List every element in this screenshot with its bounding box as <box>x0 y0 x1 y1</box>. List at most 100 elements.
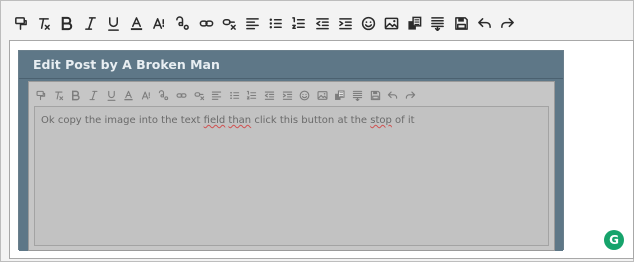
clear-formatting-button[interactable] <box>32 11 55 35</box>
screenshot-insert-image-icon <box>314 87 332 103</box>
bullet-list-icon <box>269 18 283 28</box>
numbered-list-icon <box>292 16 306 29</box>
misspelled-word: than <box>228 115 252 126</box>
emoji-icon <box>361 16 376 30</box>
bold-icon <box>62 16 73 30</box>
decrease-indent-icon <box>264 91 275 100</box>
clear-formatting-icon <box>55 91 64 100</box>
save-icon <box>370 90 380 100</box>
misspelled-word: stop <box>370 115 392 126</box>
copy-format-button[interactable] <box>403 11 426 35</box>
screenshot-save-icon <box>366 87 384 103</box>
screenshot-bullet-list-icon <box>226 87 244 103</box>
screenshot-redo-icon <box>401 87 419 103</box>
italic-button[interactable] <box>79 11 102 35</box>
screenshot-copy-format-icon <box>331 87 349 103</box>
increase-indent-button[interactable] <box>334 11 357 35</box>
insert-image-icon <box>384 17 399 29</box>
screenshot-increase-indent-icon <box>278 87 296 103</box>
underline-icon <box>107 16 119 31</box>
bullet-list-button[interactable] <box>264 11 287 35</box>
screenshot-title: Edit Post by A Broken Man <box>33 57 220 72</box>
screenshot-toolbar <box>32 86 419 104</box>
screenshot-align-left-icon <box>208 87 226 103</box>
screenshot-font-size-icon <box>138 87 156 103</box>
subscript-icon <box>176 15 190 30</box>
copy-format-icon <box>408 16 422 30</box>
screenshot-inner-editor: Ok copy the image into the text field th… <box>28 81 555 251</box>
text-part: Ok copy the image into the text <box>41 115 204 126</box>
italic-icon <box>89 90 98 100</box>
bold-button[interactable] <box>55 11 78 35</box>
font-size-icon <box>153 17 165 29</box>
align-left-button[interactable] <box>241 11 264 35</box>
screenshot-link-icon <box>173 87 191 103</box>
post-editor[interactable]: Edit Post by A Broken Man Ok copy the im… <box>9 40 634 259</box>
undo-icon <box>387 91 398 99</box>
link-icon <box>176 92 187 98</box>
font-color-button[interactable] <box>125 11 148 35</box>
screenshot-text: Ok copy the image into the text field th… <box>41 115 415 126</box>
screenshot-body: Ok copy the image into the text field th… <box>19 79 563 251</box>
screenshot-font-color-icon <box>120 87 138 103</box>
italic-icon <box>84 16 96 30</box>
redo-button[interactable] <box>496 11 519 35</box>
unlink-icon <box>194 91 204 100</box>
screenshot-bold-icon <box>67 87 85 103</box>
screenshot-undo-icon <box>384 87 402 103</box>
font-size-button[interactable] <box>148 11 171 35</box>
text-part: of it <box>391 115 415 126</box>
screenshot-italic-icon <box>85 87 103 103</box>
unlink-icon <box>222 18 236 30</box>
remove-format-icon <box>352 90 363 101</box>
bullet-list-icon <box>229 91 240 99</box>
decrease-indent-button[interactable] <box>310 11 333 35</box>
link-icon <box>199 19 213 27</box>
link-button[interactable] <box>195 11 218 35</box>
numbered-list-button[interactable] <box>287 11 310 35</box>
save-icon <box>454 16 468 30</box>
format-painter-icon <box>36 90 46 100</box>
screenshot-remove-format-icon <box>349 87 367 103</box>
increase-indent-icon <box>338 17 352 29</box>
subscript-icon <box>159 89 169 100</box>
underline-button[interactable] <box>102 11 125 35</box>
screenshot-text-area: Ok copy the image into the text field th… <box>34 106 549 246</box>
editor-frame: Edit Post by A Broken Man Ok copy the im… <box>0 0 634 262</box>
decrease-indent-icon <box>315 17 329 29</box>
undo-icon <box>477 17 491 28</box>
screenshot-clear-formatting-icon <box>50 87 68 103</box>
redo-icon <box>405 91 415 99</box>
screenshot-subscript-icon <box>155 87 173 103</box>
copy-format-icon <box>335 89 345 100</box>
save-button[interactable] <box>450 11 473 35</box>
align-left-icon <box>246 17 259 29</box>
bold-icon <box>72 90 81 100</box>
redo-icon <box>501 17 514 28</box>
undo-button[interactable] <box>473 11 496 35</box>
numbered-list-icon <box>247 90 257 99</box>
screenshot-unlink-icon <box>190 87 208 103</box>
text-part: click this button at the <box>251 115 371 126</box>
emoji-icon <box>299 90 310 100</box>
screenshot-decrease-indent-icon <box>261 87 279 103</box>
emoji-button[interactable] <box>357 11 380 35</box>
remove-format-icon <box>431 16 445 31</box>
pasted-screenshot: Edit Post by A Broken Man Ok copy the im… <box>18 50 564 251</box>
insert-image-icon <box>317 90 328 100</box>
subscript-button[interactable] <box>171 11 194 35</box>
grammarly-button[interactable]: G <box>604 230 624 250</box>
increase-indent-icon <box>282 91 292 100</box>
font-size-icon <box>141 91 150 99</box>
insert-image-button[interactable] <box>380 11 403 35</box>
format-painter-button[interactable] <box>9 11 32 35</box>
remove-format-button[interactable] <box>426 11 449 35</box>
align-left-icon <box>212 91 222 100</box>
font-color-icon <box>130 16 143 30</box>
grammarly-icon: G <box>609 233 619 247</box>
format-painter-icon <box>15 16 27 30</box>
underline-icon <box>107 90 116 101</box>
unlink-button[interactable] <box>218 11 241 35</box>
screenshot-underline-icon <box>102 87 120 103</box>
formatting-toolbar <box>9 10 519 36</box>
